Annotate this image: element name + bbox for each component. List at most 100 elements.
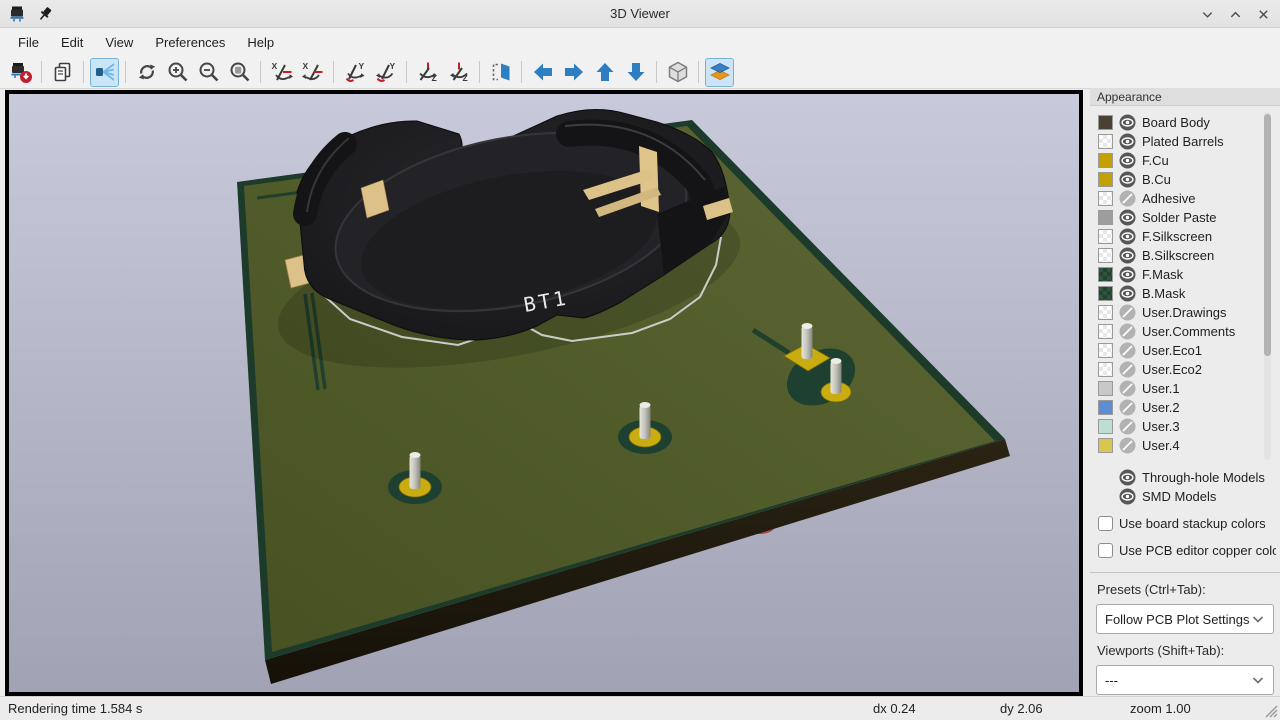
viewports-value: --- [1105, 673, 1251, 688]
layer-row-user-2[interactable]: User.2 [1098, 398, 1280, 417]
layer-row-b-mask[interactable]: B.Mask [1098, 284, 1280, 303]
layer-row-user-eco1[interactable]: User.Eco1 [1098, 341, 1280, 360]
layer-row-board-body[interactable]: Board Body [1098, 113, 1280, 132]
visibility-on-eye-icon[interactable] [1119, 488, 1136, 505]
rotate-z-counterclockwise-button[interactable] [444, 58, 473, 87]
appearance-manager-button[interactable] [705, 58, 734, 87]
visibility-off-eye-icon[interactable] [1119, 304, 1136, 321]
layer-row-solder-paste[interactable]: Solder Paste [1098, 208, 1280, 227]
layer-row-adhesive[interactable]: Adhesive [1098, 189, 1280, 208]
flip-board-button[interactable] [486, 58, 515, 87]
menu-preferences[interactable]: Preferences [145, 31, 235, 54]
layer-row-user-eco2[interactable]: User.Eco2 [1098, 360, 1280, 379]
layer-row-user-drawings[interactable]: User.Drawings [1098, 303, 1280, 322]
menu-help[interactable]: Help [237, 31, 284, 54]
visibility-on-eye-icon[interactable] [1119, 209, 1136, 226]
close-button[interactable] [1254, 6, 1272, 22]
visibility-off-eye-icon[interactable] [1119, 342, 1136, 359]
use-pcb-editor-copper-colors-checkbox[interactable] [1098, 543, 1113, 558]
layer-row-b-silkscreen[interactable]: B.Silkscreen [1098, 246, 1280, 265]
pan-up-button[interactable] [590, 58, 619, 87]
viewports-dropdown[interactable]: --- [1096, 665, 1274, 695]
layer-row-through-hole-models[interactable]: Through-hole Models [1098, 468, 1280, 487]
visibility-on-eye-icon[interactable] [1119, 152, 1136, 169]
rendering-time-status: Rendering time 1.584 s [8, 701, 142, 716]
rotate-y-counterclockwise-button[interactable] [371, 58, 400, 87]
render-current-view-button[interactable] [90, 58, 119, 87]
visibility-on-eye-icon[interactable] [1119, 469, 1136, 486]
visibility-off-eye-icon[interactable] [1119, 399, 1136, 416]
orthographic-projection-button[interactable] [663, 58, 692, 87]
rotate-z-clockwise-button[interactable] [413, 58, 442, 87]
layer-row-user-1[interactable]: User.1 [1098, 379, 1280, 398]
menu-file[interactable]: File [8, 31, 49, 54]
layer-color-swatch[interactable] [1098, 286, 1113, 301]
pan-down-button[interactable] [621, 58, 650, 87]
layer-row-user-comments[interactable]: User.Comments [1098, 322, 1280, 341]
resize-grip[interactable] [1260, 700, 1278, 718]
copy-image-button[interactable] [48, 58, 77, 87]
layer-row-smd-models[interactable]: SMD Models [1098, 487, 1280, 506]
sidebar-divider [1090, 572, 1280, 573]
layer-row-b-cu[interactable]: B.Cu [1098, 170, 1280, 189]
layer-color-swatch[interactable] [1098, 153, 1113, 168]
pan-right-button[interactable] [559, 58, 588, 87]
menu-view[interactable]: View [95, 31, 143, 54]
visibility-on-eye-icon[interactable] [1119, 228, 1136, 245]
layer-label: B.Mask [1142, 286, 1185, 301]
layer-color-swatch[interactable] [1098, 305, 1113, 320]
visibility-off-eye-icon[interactable] [1119, 418, 1136, 435]
layer-row-user-3[interactable]: User.3 [1098, 417, 1280, 436]
layer-color-swatch[interactable] [1098, 343, 1113, 358]
layer-color-swatch[interactable] [1098, 362, 1113, 377]
layer-color-swatch[interactable] [1098, 134, 1113, 149]
layer-color-swatch[interactable] [1098, 172, 1113, 187]
layer-color-swatch[interactable] [1098, 115, 1113, 130]
layer-color-swatch[interactable] [1098, 267, 1113, 282]
visibility-on-eye-icon[interactable] [1119, 247, 1136, 264]
rotate-y-clockwise-button[interactable] [340, 58, 369, 87]
layer-color-swatch[interactable] [1098, 248, 1113, 263]
zoom-to-fit-button[interactable] [225, 58, 254, 87]
visibility-on-eye-icon[interactable] [1119, 266, 1136, 283]
layer-color-swatch[interactable] [1098, 210, 1113, 225]
layer-color-swatch[interactable] [1098, 324, 1113, 339]
layer-color-swatch[interactable] [1098, 438, 1113, 453]
menu-edit[interactable]: Edit [51, 31, 93, 54]
use-board-stackup-colors-row[interactable]: Use board stackup colors [1098, 513, 1276, 533]
zoom-in-button[interactable] [163, 58, 192, 87]
visibility-off-eye-icon[interactable] [1119, 361, 1136, 378]
layer-row-f-mask[interactable]: F.Mask [1098, 265, 1280, 284]
layer-row-f-cu[interactable]: F.Cu [1098, 151, 1280, 170]
layer-color-swatch[interactable] [1098, 400, 1113, 415]
layer-row-user-4[interactable]: User.4 [1098, 436, 1280, 455]
visibility-on-eye-icon[interactable] [1119, 133, 1136, 150]
scrollbar-thumb[interactable] [1264, 114, 1271, 356]
minimize-button[interactable] [1198, 6, 1216, 22]
presets-dropdown[interactable]: Follow PCB Plot Settings [1096, 604, 1274, 634]
visibility-off-eye-icon[interactable] [1119, 380, 1136, 397]
maximize-button[interactable] [1226, 6, 1244, 22]
pan-left-button[interactable] [528, 58, 557, 87]
export-image-button[interactable] [6, 58, 35, 87]
layer-color-swatch[interactable] [1098, 419, 1113, 434]
visibility-on-eye-icon[interactable] [1119, 114, 1136, 131]
visibility-off-eye-icon[interactable] [1119, 190, 1136, 207]
visibility-on-eye-icon[interactable] [1119, 285, 1136, 302]
visibility-off-eye-icon[interactable] [1119, 437, 1136, 454]
rotate-x-clockwise-button[interactable] [267, 58, 296, 87]
redraw-button[interactable] [132, 58, 161, 87]
layer-color-swatch[interactable] [1098, 381, 1113, 396]
visibility-on-eye-icon[interactable] [1119, 171, 1136, 188]
sidebar-scrollbar[interactable] [1264, 112, 1271, 460]
layer-color-swatch[interactable] [1098, 191, 1113, 206]
use-board-stackup-colors-checkbox[interactable] [1098, 516, 1113, 531]
layer-row-plated-barrels[interactable]: Plated Barrels [1098, 132, 1280, 151]
layer-row-f-silkscreen[interactable]: F.Silkscreen [1098, 227, 1280, 246]
3d-viewport-canvas[interactable]: BT1 [9, 94, 1079, 692]
layer-color-swatch[interactable] [1098, 229, 1113, 244]
zoom-out-button[interactable] [194, 58, 223, 87]
visibility-off-eye-icon[interactable] [1119, 323, 1136, 340]
use-pcb-editor-copper-colors-row[interactable]: Use PCB editor copper colors [1098, 540, 1276, 560]
rotate-x-counterclockwise-button[interactable] [298, 58, 327, 87]
